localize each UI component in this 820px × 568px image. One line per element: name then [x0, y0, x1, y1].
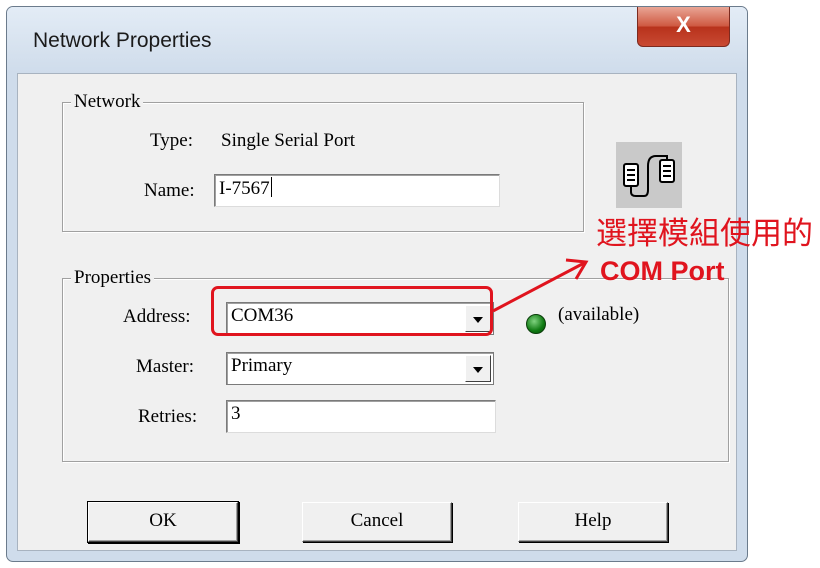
annotation-text-line1: 選擇模組使用的	[596, 216, 813, 251]
annotation-text-line2: COM Port	[600, 256, 725, 286]
